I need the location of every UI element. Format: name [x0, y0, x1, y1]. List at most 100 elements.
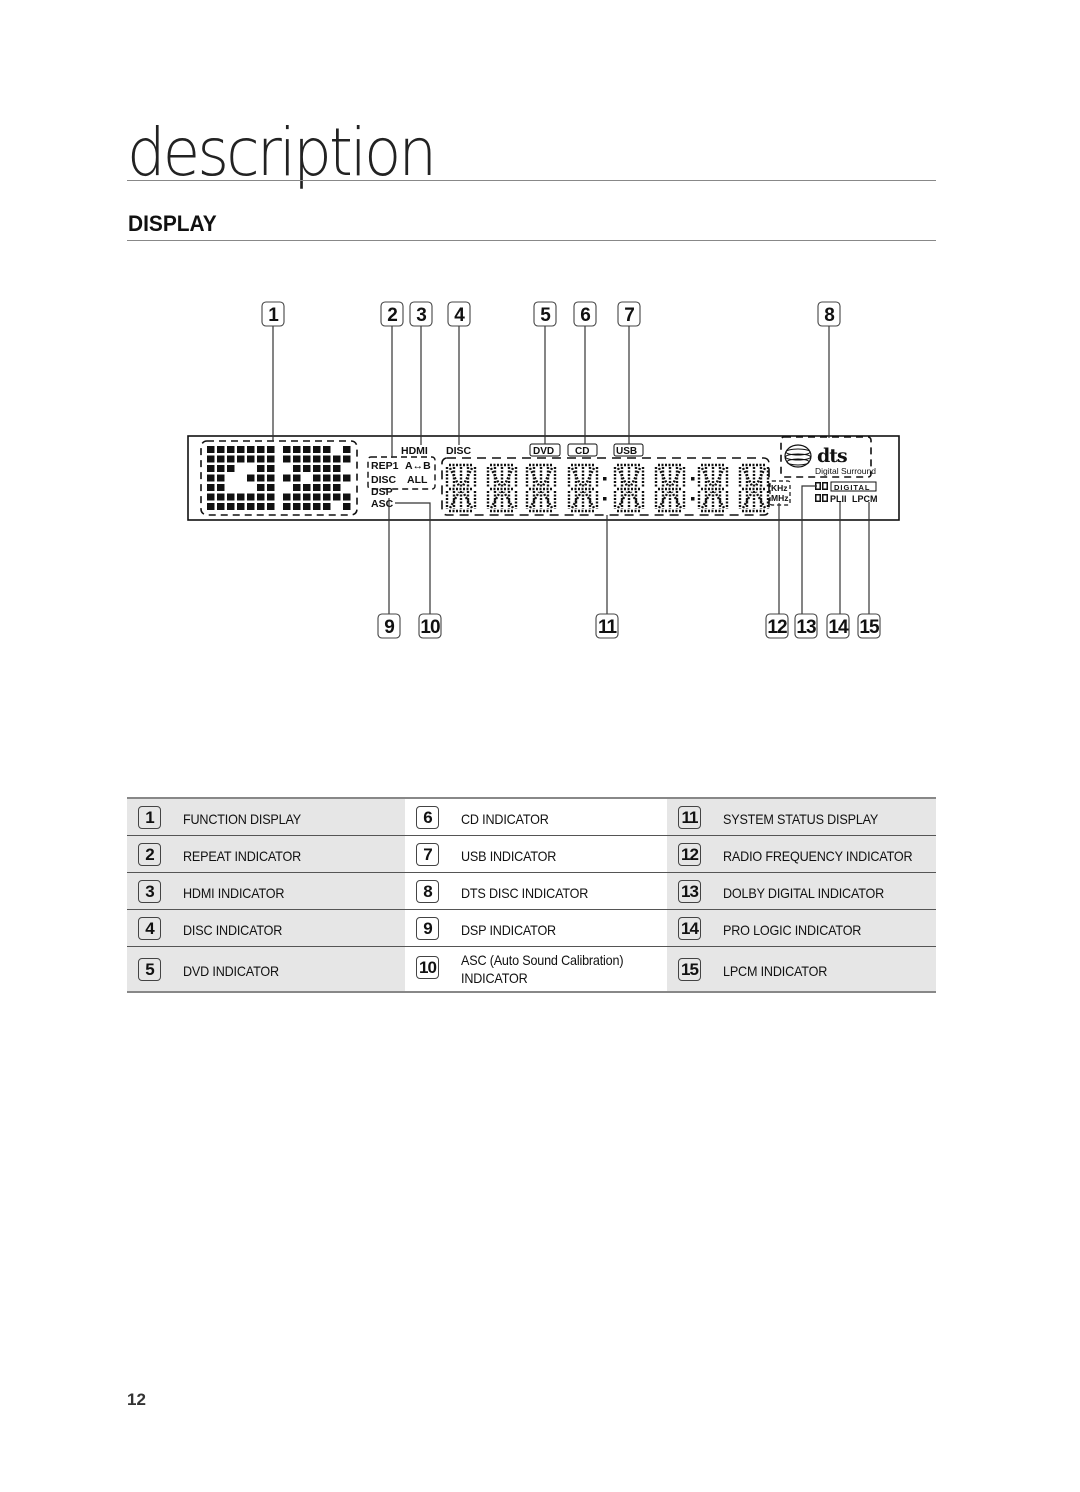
- legend-number-badge: 4: [138, 916, 161, 940]
- legend-label: REPEAT INDICATOR: [183, 847, 302, 864]
- legend-number-badge: 15: [678, 957, 701, 981]
- matrix-dot: [257, 446, 265, 453]
- legend-cell: 2 REPEAT INDICATOR: [127, 835, 405, 873]
- matrix-dot: [323, 503, 331, 510]
- dolby-pro-logic-icon: [815, 494, 828, 502]
- legend-cell: 11 SYSTEM STATUS DISPLAY: [667, 797, 936, 836]
- matrix-dot: [313, 474, 321, 482]
- matrix-dot: [217, 455, 225, 463]
- hdmi-indicator-label: HDMI: [401, 445, 428, 457]
- legend-cell: 13 DOLBY DIGITAL INDICATOR: [667, 872, 936, 910]
- legend-label-continued: INDICATOR: [461, 970, 528, 986]
- matrix-dot: [303, 484, 311, 491]
- legend-row: 1 FUNCTION DISPLAY 6 CD INDICATOR 11 SYSTEM S…: [127, 797, 936, 836]
- matrix-dot: [333, 465, 341, 472]
- callout-number: 3: [416, 305, 426, 326]
- legend-number-badge: 5: [138, 957, 161, 981]
- matrix-dot: [227, 446, 235, 453]
- segment-digit: [567, 463, 599, 513]
- matrix-dot: [313, 465, 321, 472]
- matrix-dot: [247, 455, 255, 463]
- indicator-legend-table: 1 FUNCTION DISPLAY 6 CD INDICATOR 11 SYSTEM S…: [127, 797, 936, 993]
- matrix-dot: [333, 455, 341, 463]
- rep1-label: REP1: [371, 460, 399, 472]
- legend-label: CD INDICATOR: [461, 810, 549, 827]
- legend-row: 4 DISC INDICATOR 9 DSP INDICATOR 14 PRO LOGIC…: [127, 909, 936, 947]
- callout-number: 8: [824, 305, 834, 326]
- cd-indicator-label: CD: [575, 446, 589, 457]
- matrix-dot: [293, 446, 301, 453]
- matrix-dot: [293, 455, 301, 463]
- dvd-indicator-label: DVD: [533, 446, 554, 457]
- callout-number: 14: [828, 617, 849, 638]
- dsp-indicator-label: DSP: [371, 486, 393, 498]
- matrix-dot: [257, 484, 265, 491]
- legend-label: DVD INDICATOR: [183, 962, 279, 979]
- matrix-dot: [257, 474, 265, 482]
- matrix-dot: [293, 493, 301, 501]
- callout-number: 9: [384, 617, 394, 638]
- all-label: ALL: [407, 474, 428, 486]
- legend-number-badge: 11: [678, 805, 701, 829]
- a-b-label: A↔B: [405, 460, 431, 472]
- legend-number-badge: 9: [416, 916, 439, 940]
- matrix-dot: [283, 493, 291, 501]
- matrix-dot: [207, 465, 215, 472]
- matrix-dot: [283, 503, 291, 510]
- matrix-dot: [303, 503, 311, 510]
- matrix-dot: [217, 503, 225, 510]
- matrix-dot: [323, 484, 331, 491]
- matrix-dot: [313, 484, 321, 491]
- matrix-dot: [257, 465, 265, 472]
- matrix-dot: [343, 446, 351, 453]
- disc-indicator-label: DISC: [446, 445, 472, 457]
- legend-label: LPCM INDICATOR: [723, 962, 828, 979]
- matrix-dot: [283, 474, 291, 482]
- disc-repeat-label: DISC: [371, 474, 397, 486]
- segment-digit: [613, 463, 645, 513]
- segment-digit: [525, 463, 557, 513]
- callout-number: 11: [598, 617, 618, 638]
- matrix-dot: [333, 493, 341, 501]
- matrix-dot: [217, 493, 225, 501]
- matrix-dot: [283, 446, 291, 453]
- matrix-dot: [293, 465, 301, 472]
- matrix-dot: [207, 455, 215, 463]
- digital-indicator-label: DIGITAL: [834, 483, 870, 492]
- matrix-dot: [343, 474, 351, 482]
- legend-cell: 3 HDMI INDICATOR: [127, 872, 405, 910]
- legend-number-badge: 2: [138, 842, 161, 866]
- system-status-segments: [445, 463, 770, 513]
- matrix-dot: [313, 493, 321, 501]
- callout-number: 10: [420, 617, 440, 638]
- legend-row: 5 DVD INDICATOR 10 ASC (Auto Sound Calibrat…: [127, 946, 936, 993]
- legend-label: PRO LOGIC INDICATOR: [723, 921, 862, 938]
- matrix-dot: [227, 493, 235, 501]
- legend-label: DOLBY DIGITAL INDICATOR: [723, 884, 885, 901]
- matrix-dot: [323, 474, 331, 482]
- segment-digit: [654, 463, 686, 513]
- matrix-dot: [303, 446, 311, 453]
- legend-row: 2 REPEAT INDICATOR 7 USB INDICATOR 12 RADIO F…: [127, 835, 936, 873]
- legend-number-badge: 10: [416, 955, 439, 979]
- matrix-dot: [323, 446, 331, 453]
- callout-number: 15: [859, 617, 880, 638]
- legend-cell: 15 LPCM INDICATOR: [667, 946, 936, 993]
- dts-disc-icon: [784, 444, 812, 468]
- matrix-dot: [227, 503, 235, 510]
- digital-surround-label: Digital Surround: [815, 466, 876, 476]
- matrix-dot: [333, 474, 341, 482]
- matrix-dot: [267, 493, 275, 501]
- segment-digit: [738, 463, 770, 513]
- matrix-dot: [293, 503, 301, 510]
- matrix-dot: [313, 503, 321, 510]
- callout-number: 7: [624, 305, 634, 326]
- matrix-dot: [323, 455, 331, 463]
- matrix-dot: [247, 493, 255, 501]
- matrix-dot: [343, 455, 351, 463]
- matrix-dot: [237, 455, 245, 463]
- legend-label: SYSTEM STATUS DISPLAY: [723, 810, 879, 827]
- matrix-dot: [207, 493, 215, 501]
- legend-cell: 9 DSP INDICATOR: [405, 909, 667, 947]
- callout-number: 1: [268, 305, 279, 326]
